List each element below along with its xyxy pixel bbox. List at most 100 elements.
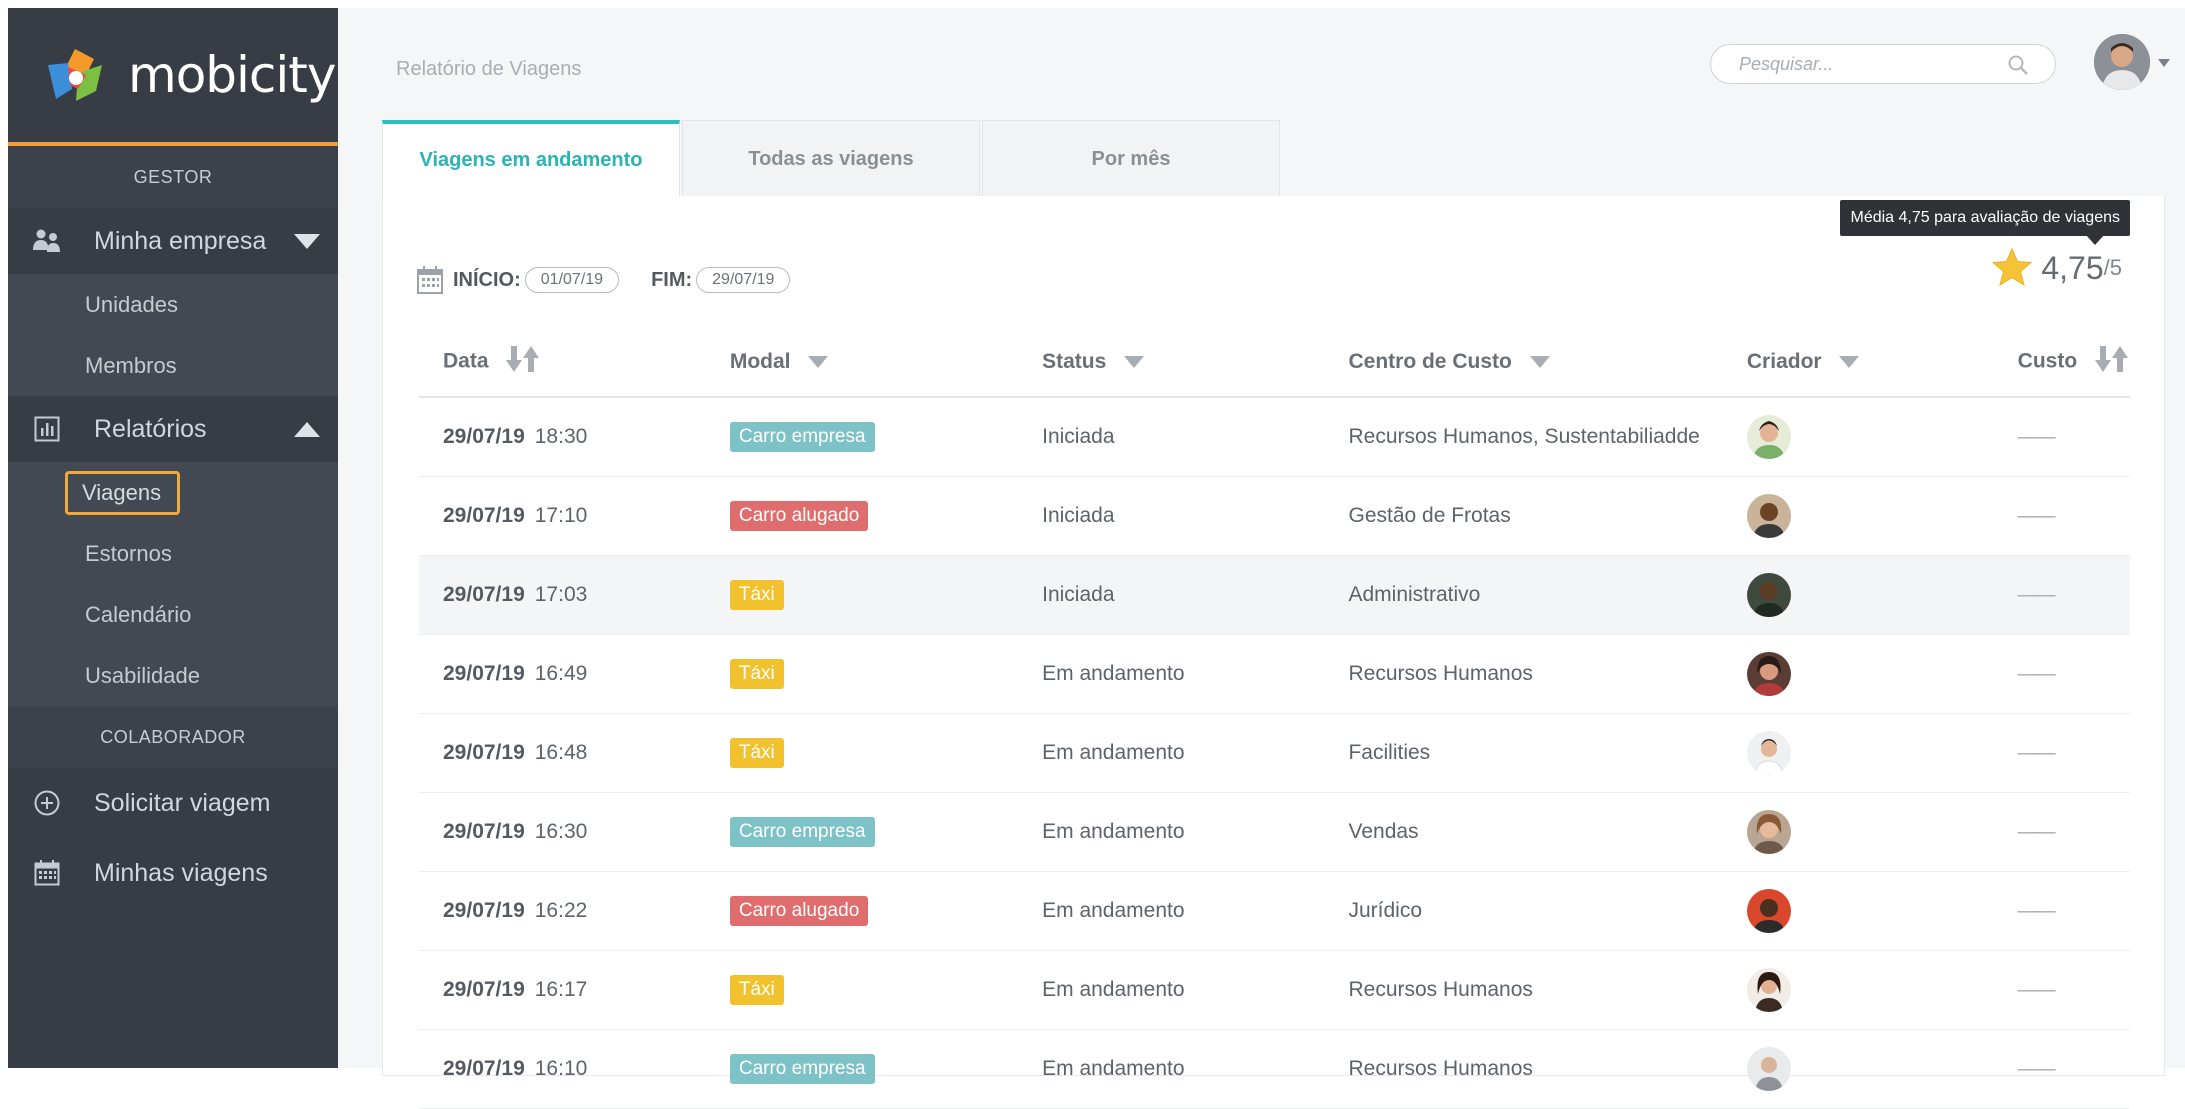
cost-center-text: Facilities bbox=[1347, 713, 1746, 793]
creator-avatar[interactable] bbox=[1746, 415, 1791, 459]
main-content: Relatório de Viagens Viagens em andament… bbox=[338, 8, 2185, 1109]
cost-center-text: Recursos Humanos bbox=[1347, 634, 1746, 714]
status-text: Iniciada bbox=[1041, 555, 1348, 635]
mobicity-logo-icon bbox=[48, 49, 102, 101]
table-row[interactable]: 29/07/19 17:10 Carro alugado Iniciada Ges… bbox=[419, 476, 2130, 556]
sidebar-item-unidades[interactable]: Unidades bbox=[8, 274, 338, 335]
cost-value: —— bbox=[2016, 634, 2130, 714]
tab-bar: Viagens em andamento Todas as viagens Po… bbox=[382, 120, 1282, 198]
sidebar-item-membros[interactable]: Membros bbox=[8, 335, 338, 396]
tab-todas-as-viagens[interactable]: Todas as viagens bbox=[682, 120, 980, 198]
sort-icon[interactable] bbox=[2095, 346, 2129, 378]
nav-minhas-viagens[interactable]: Minhas viagens bbox=[8, 838, 338, 908]
end-date-label: FIM: bbox=[651, 268, 693, 291]
cost-value: —— bbox=[2016, 950, 2130, 1030]
table-row[interactable]: 29/07/19 17:03 Táxi Iniciada Administrati… bbox=[419, 555, 2130, 635]
nav-solicitar-viagem[interactable]: Solicitar viagem bbox=[8, 768, 338, 838]
table-row[interactable]: 29/07/19 16:48 Táxi Em andamento Faciliti… bbox=[419, 713, 2130, 793]
search-icon[interactable] bbox=[2007, 54, 2029, 81]
cost-center-text: Administrativo bbox=[1347, 555, 1746, 635]
plus-circle-icon bbox=[32, 788, 62, 818]
sort-icon[interactable] bbox=[506, 346, 540, 378]
date-filter: INÍCIO: 01/07/19 FIM: 29/07/19 bbox=[417, 266, 791, 294]
modal-badge: Carro alugado bbox=[729, 501, 869, 531]
col-criador[interactable]: Criador bbox=[1745, 328, 2017, 398]
cost-center-text: Vendas bbox=[1347, 792, 1746, 872]
cost-center-text: Recursos Humanos, Sustentabiliadde bbox=[1347, 397, 1746, 477]
modal-badge: Táxi bbox=[729, 975, 784, 1005]
table-row[interactable]: 29/07/19 16:22 Carro alugado Em andamento… bbox=[419, 871, 2130, 951]
nav-relatorios[interactable]: Relatórios bbox=[8, 396, 338, 462]
calendar-icon bbox=[417, 266, 443, 294]
creator-avatar[interactable] bbox=[1746, 731, 1791, 775]
section-label-gestor: GESTOR bbox=[8, 146, 338, 208]
sidebar: mobicity GESTOR Minha empresa Unidades M… bbox=[8, 8, 338, 1068]
modal-badge: Carro alugado bbox=[729, 896, 869, 926]
creator-avatar[interactable] bbox=[1746, 968, 1791, 1012]
nav-solicitar-viagem-label: Solicitar viagem bbox=[94, 788, 271, 817]
table-row[interactable]: 29/07/19 16:49 Táxi Em andamento Recursos… bbox=[419, 634, 2130, 714]
user-menu-caret-icon[interactable] bbox=[2158, 59, 2170, 67]
creator-avatar[interactable] bbox=[1746, 573, 1791, 617]
search-input[interactable] bbox=[1737, 53, 2011, 76]
cost-center-text: Jurídico bbox=[1347, 871, 1746, 951]
col-data[interactable]: Data bbox=[419, 328, 729, 398]
user-avatar[interactable] bbox=[2094, 34, 2150, 90]
table-row[interactable]: 29/07/19 16:17 Táxi Em andamento Recursos… bbox=[419, 950, 2130, 1030]
cost-center-text: Recursos Humanos bbox=[1347, 950, 1746, 1030]
creator-avatar[interactable] bbox=[1746, 810, 1791, 854]
status-text: Iniciada bbox=[1041, 476, 1348, 556]
rating-value: 4,75 bbox=[2041, 249, 2104, 286]
col-modal[interactable]: Modal bbox=[728, 328, 1042, 398]
logo-text: mobicity bbox=[128, 46, 337, 104]
rating-max: /5 bbox=[2103, 255, 2122, 280]
filter-caret-icon[interactable] bbox=[1124, 350, 1145, 374]
modal-badge: Carro empresa bbox=[729, 817, 875, 847]
table-row[interactable]: 29/07/19 16:30 Carro empresa Em andamento… bbox=[419, 792, 2130, 872]
start-date-field[interactable]: 01/07/19 bbox=[524, 267, 620, 293]
creator-avatar[interactable] bbox=[1746, 889, 1791, 933]
status-text: Em andamento bbox=[1041, 950, 1348, 1030]
cost-value: —— bbox=[2016, 1029, 2130, 1109]
tab-por-mes[interactable]: Por mês bbox=[982, 120, 1280, 198]
search-box[interactable] bbox=[1710, 44, 2056, 84]
creator-avatar[interactable] bbox=[1746, 652, 1791, 696]
nav-minha-empresa[interactable]: Minha empresa bbox=[8, 208, 338, 274]
end-date-field[interactable]: 29/07/19 bbox=[696, 267, 791, 293]
sidebar-item-usabilidade[interactable]: Usabilidade bbox=[8, 645, 338, 706]
status-text: Em andamento bbox=[1041, 713, 1348, 793]
status-text: Em andamento bbox=[1041, 792, 1348, 872]
bar-chart-icon bbox=[32, 414, 62, 444]
company-submenu: Unidades Membros bbox=[8, 274, 338, 396]
filter-caret-icon[interactable] bbox=[1839, 350, 1860, 374]
logo[interactable]: mobicity bbox=[8, 8, 338, 146]
chevron-down-icon[interactable] bbox=[294, 233, 320, 249]
status-text: Em andamento bbox=[1041, 634, 1348, 714]
table-header: Data Modal Status Centro de Custo Criado… bbox=[419, 328, 2130, 398]
filter-caret-icon[interactable] bbox=[808, 350, 829, 374]
table-row[interactable]: 29/07/19 18:30 Carro empresa Iniciada Rec… bbox=[419, 397, 2130, 477]
modal-badge: Carro empresa bbox=[729, 422, 875, 452]
chevron-up-icon[interactable] bbox=[294, 421, 320, 437]
nav-minha-empresa-label: Minha empresa bbox=[94, 226, 267, 255]
breadcrumb: Relatório de Viagens bbox=[396, 58, 582, 80]
col-status[interactable]: Status bbox=[1041, 328, 1348, 398]
sidebar-item-estornos[interactable]: Estornos bbox=[8, 523, 338, 584]
reports-submenu: Viagens Estornos Calendário Usabilidade bbox=[8, 462, 338, 706]
col-custo[interactable]: Custo bbox=[2016, 328, 2130, 398]
creator-avatar[interactable] bbox=[1746, 494, 1791, 538]
status-text: Iniciada bbox=[1041, 397, 1348, 477]
star-icon bbox=[1991, 248, 2033, 288]
nav-minhas-viagens-label: Minhas viagens bbox=[94, 858, 268, 887]
status-text: Em andamento bbox=[1041, 871, 1348, 951]
table-row[interactable]: 29/07/19 16:10 Carro empresa Em andamento… bbox=[419, 1029, 2130, 1109]
average-rating: 4,75/5 bbox=[1991, 248, 2122, 288]
sidebar-item-calendario[interactable]: Calendário bbox=[8, 584, 338, 645]
modal-badge: Táxi bbox=[729, 659, 784, 689]
filter-caret-icon[interactable] bbox=[1529, 350, 1550, 374]
creator-avatar[interactable] bbox=[1746, 1047, 1791, 1091]
sidebar-item-viagens[interactable]: Viagens bbox=[8, 462, 338, 523]
col-centro-de-custo[interactable]: Centro de Custo bbox=[1347, 328, 1746, 398]
cost-value: —— bbox=[2016, 871, 2130, 951]
tab-viagens-em-andamento[interactable]: Viagens em andamento bbox=[382, 120, 680, 198]
